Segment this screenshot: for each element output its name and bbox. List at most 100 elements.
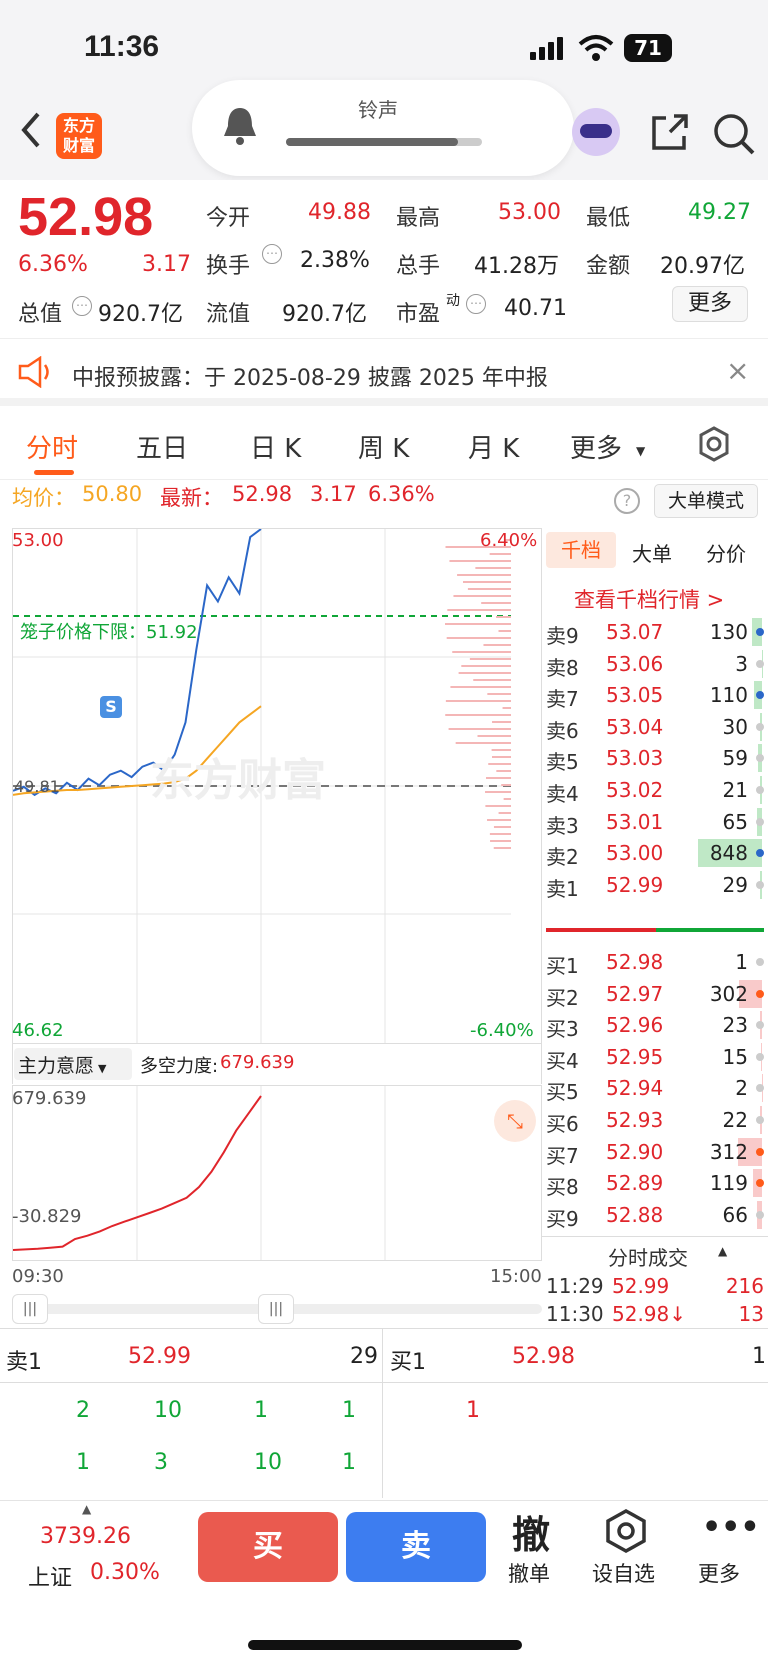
tab-five-day[interactable]: 五日	[136, 428, 188, 465]
buy-level-row[interactable]: 买9 52.88 66	[542, 1199, 768, 1232]
level-price: 52.95	[606, 1044, 664, 1069]
sell-level-row[interactable]: 卖6 53.04 30	[542, 711, 768, 744]
sell-level-row[interactable]: 卖2 53.00 848	[542, 837, 768, 870]
ringtone-progress[interactable]	[286, 138, 482, 146]
more-button[interactable]: 更多	[672, 286, 748, 322]
level-label: 卖2	[546, 845, 579, 870]
trade-qty: 13	[738, 1302, 764, 1326]
level-label: 卖4	[546, 782, 579, 806]
big-order-mode-button[interactable]: 大单模式	[654, 484, 758, 518]
sell-level-row[interactable]: 卖7 53.05 110	[542, 679, 768, 712]
back-icon[interactable]	[16, 110, 46, 150]
depth-bar	[475, 567, 511, 569]
sell-level-row[interactable]: 卖9 53.07 130	[542, 616, 768, 649]
robot-avatar-icon[interactable]	[572, 108, 620, 156]
ob-view-link[interactable]: 查看千档行情 >	[574, 584, 724, 614]
index-value[interactable]: 3739.26	[40, 1524, 131, 1549]
level-label: 买8	[546, 1175, 579, 1200]
watchlist-icon[interactable]	[604, 1508, 648, 1554]
settings-icon[interactable]	[696, 426, 732, 462]
latest-change: 3.17	[310, 482, 357, 506]
buy-level-row[interactable]: 买4 52.95 15	[542, 1041, 768, 1074]
buy-button[interactable]: 买	[198, 1512, 338, 1582]
depth-bar	[485, 805, 511, 807]
sell-button[interactable]: 卖	[346, 1512, 486, 1582]
last-price: 52.98	[18, 187, 154, 247]
depth-bar	[481, 602, 511, 604]
sell-level-row[interactable]: 卖3 53.01 65	[542, 806, 768, 839]
sell-level-row[interactable]: 卖5 53.03 59	[542, 742, 768, 775]
sell-queue-order: 2	[76, 1398, 90, 1423]
sell-level-row[interactable]: 卖8 53.06 3	[542, 648, 768, 681]
pe-dynamic-sup: 动	[446, 293, 460, 309]
depth-bar	[489, 833, 511, 835]
notice-text: 中报预披露：于 2025-08-29 披露 2025 年中报	[72, 366, 548, 391]
cellular-icon	[530, 37, 563, 60]
queue-sell-qty: 29	[350, 1344, 378, 1369]
info-icon[interactable]: ⋯	[466, 294, 486, 314]
help-icon[interactable]: ?	[614, 488, 640, 514]
buy-level-row[interactable]: 买2 52.97 302	[542, 978, 768, 1011]
buy-level-row[interactable]: 买6 52.93 22	[542, 1104, 768, 1137]
share-icon[interactable]	[648, 112, 690, 154]
pe-value: 40.71	[504, 296, 567, 321]
info-icon[interactable]: ⋯	[262, 244, 282, 264]
signal-marker-icon[interactable]: S	[100, 696, 122, 718]
indicator-chart[interactable]	[12, 1085, 542, 1261]
tab-day-k[interactable]: 日 K	[250, 428, 301, 465]
chart-top-percent: 6.40%	[480, 530, 538, 551]
order-dot-icon	[756, 1116, 764, 1124]
ob-divider-green	[656, 928, 764, 932]
queue-sell-label: 卖1	[6, 1350, 42, 1375]
buy-level-row[interactable]: 买3 52.96 23	[542, 1009, 768, 1042]
chart-top-price: 53.00	[12, 530, 64, 551]
more-dots-icon[interactable]: •••	[702, 1510, 760, 1545]
tab-indicator	[34, 470, 74, 475]
watchlist-label[interactable]: 设自选	[592, 1558, 655, 1588]
indicator-select[interactable]: 主力意愿 ▼	[14, 1048, 132, 1080]
tab-intraday[interactable]: 分时	[26, 428, 78, 465]
info-icon[interactable]: ⋯	[72, 296, 92, 316]
sell-level-row[interactable]: 卖1 52.99 29	[542, 869, 768, 902]
level-qty: 848	[709, 841, 748, 866]
depth-bar	[496, 616, 511, 618]
cancel-order-label[interactable]: 撤单	[508, 1558, 550, 1588]
order-dot-icon	[756, 1052, 764, 1061]
trades-title[interactable]: 分时成交	[608, 1242, 688, 1271]
sell-queue-order: 3	[154, 1450, 168, 1475]
depth-bar	[448, 728, 511, 730]
wifi-icon	[578, 35, 614, 61]
depth-bar	[457, 574, 511, 576]
buy-level-row[interactable]: 买1 52.98 1	[542, 946, 768, 979]
more-label[interactable]: 更多	[698, 1558, 740, 1588]
level-price: 53.04	[606, 714, 664, 739]
index-percent[interactable]: 0.30%	[90, 1560, 160, 1585]
buy-level-row[interactable]: 买7 52.90 312	[542, 1136, 768, 1169]
buy-level-row[interactable]: 买5 52.94 2	[542, 1072, 768, 1105]
high-value: 53.00	[498, 200, 561, 225]
close-icon[interactable]: ×	[726, 354, 749, 387]
cancel-icon[interactable]: 撤	[512, 1504, 550, 1559]
volume-value: 41.28万	[474, 254, 559, 279]
scroll-handle-left[interactable]: |||	[12, 1294, 48, 1324]
queue-buy-qty: 1	[752, 1344, 766, 1369]
tab-week-k[interactable]: 周 K	[358, 428, 409, 465]
buy-level-row[interactable]: 买8 52.89 119	[542, 1167, 768, 1200]
level-qty: 119	[709, 1171, 748, 1196]
level-label: 卖8	[546, 655, 579, 680]
ob-tab-big-order[interactable]: 大单	[632, 538, 672, 567]
index-name[interactable]: 上证	[28, 1560, 72, 1592]
amount-value: 20.97亿	[660, 254, 745, 279]
depth-bar	[449, 560, 511, 562]
sell-queue-order: 1	[254, 1398, 268, 1423]
scroll-handle-right[interactable]: |||	[258, 1294, 294, 1324]
queue-divider	[382, 1328, 383, 1498]
ob-tab-thousand[interactable]: 千档	[546, 532, 616, 568]
tab-more[interactable]: 更多	[570, 428, 622, 465]
ob-tab-price-dist[interactable]: 分价	[706, 538, 746, 567]
expand-icon[interactable]: ⤡	[494, 1100, 536, 1142]
sell-level-row[interactable]: 卖4 53.02 21	[542, 774, 768, 807]
tab-month-k[interactable]: 月 K	[468, 428, 519, 465]
search-icon[interactable]	[712, 112, 756, 156]
depth-bar	[445, 623, 511, 625]
